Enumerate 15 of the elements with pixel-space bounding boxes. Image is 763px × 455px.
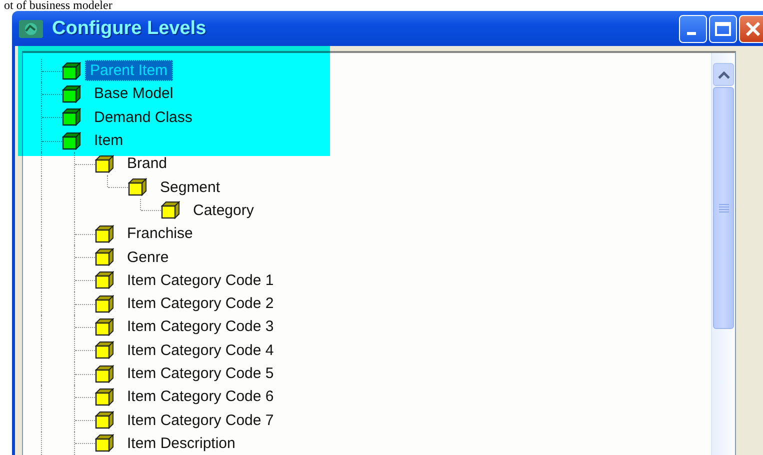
tree-item[interactable]: Item Category Code 5 [122,363,279,384]
tree-item[interactable]: Segment [155,176,226,198]
caption-text: ot of business modeler [3,0,114,11]
tree-item[interactable]: Category [188,200,259,221]
tree-item[interactable]: Item Category Code 3 [122,316,279,338]
tree-item[interactable]: Item Category Code 7 [122,410,279,431]
tree-item[interactable]: Item Category Code 1 [122,270,279,291]
tree-item[interactable]: Item Description [122,432,240,454]
tree-item[interactable]: Brand [122,153,172,174]
tree-item[interactable]: Item Category Code 4 [122,340,279,361]
tree-item[interactable]: Franchise [122,223,198,244]
window-title: Configure Levels [52,18,206,40]
tree-item[interactable]: Item Category Code 6 [122,386,279,408]
tree-item[interactable]: Genre [122,246,174,268]
tree-item[interactable]: Item Category Code 2 [122,293,279,314]
